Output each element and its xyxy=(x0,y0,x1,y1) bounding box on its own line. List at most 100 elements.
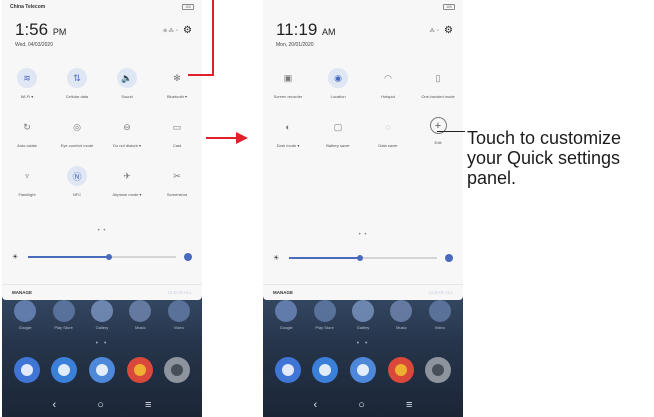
bluetooth-icon: ✻ xyxy=(173,72,181,83)
quick-tile-battery-saver[interactable]: ▢ Battery saver xyxy=(313,117,363,149)
recents-icon[interactable]: ≡ xyxy=(406,399,412,411)
home-icon[interactable]: ○ xyxy=(97,399,104,411)
panel-footer: MANAGE CLEAR ALL xyxy=(2,284,202,300)
header-icons: ⊕ ⁂ ◔ ⚙ xyxy=(163,26,192,36)
app-gallery[interactable]: Gallery xyxy=(346,300,380,330)
home-icon[interactable]: ○ xyxy=(358,399,365,411)
navigation-bar: ‹ ○ ≡ xyxy=(2,392,202,417)
annotation-pointer xyxy=(437,131,465,132)
quick-tile-flashlight[interactable]: ♆ Flashlight xyxy=(2,166,52,197)
date-label: Wed, 04/03/2020 xyxy=(15,42,53,48)
quick-tile-airplane[interactable]: ✈ Airplane mode ▾ xyxy=(102,166,152,198)
quick-tile-nfc[interactable]: Ⓝ NFC xyxy=(52,166,102,197)
quick-tile-hotspot[interactable]: ◠ Hotspot xyxy=(363,68,413,100)
phone-app-icon[interactable] xyxy=(274,357,301,383)
brightness-track[interactable] xyxy=(289,255,437,261)
location-icon: ◉ xyxy=(328,68,348,88)
home-page-indicator: • • xyxy=(356,340,370,347)
brightness-thumb[interactable] xyxy=(106,254,113,260)
quick-tile-dnd[interactable]: ⊖ Do not disturb ▾ xyxy=(102,117,152,149)
one-hand-icon: ▯ xyxy=(435,72,441,83)
signal-icons: ⊕ ⁂ ◔ xyxy=(163,28,179,34)
battery-saver-icon: ▢ xyxy=(333,121,343,132)
contacts-app-icon[interactable] xyxy=(51,357,78,383)
quick-tile-dark-mode[interactable]: ◐ Dark mode ▾ xyxy=(263,117,313,148)
gear-icon[interactable]: ⚙ xyxy=(444,26,453,36)
quick-tile-label: Wi-Fi ▾ xyxy=(20,94,34,99)
quick-tile-screen-record[interactable]: ▣ Screen recorder xyxy=(263,68,313,100)
quick-tile-data[interactable]: ⇅ Cellular data xyxy=(52,68,102,99)
quick-tile-location[interactable]: ◉ Location xyxy=(313,68,363,99)
home-app-row: Google Play Store Gallery Music Video xyxy=(2,300,202,330)
messages-app-icon[interactable] xyxy=(88,357,115,383)
brightness-slider[interactable]: ☀ xyxy=(12,252,192,262)
app-video[interactable]: Video xyxy=(162,300,196,330)
back-icon[interactable]: ‹ xyxy=(53,399,57,411)
brightness-icon: ☀ xyxy=(273,255,280,262)
quick-tile-label: Hotspot xyxy=(381,94,395,99)
quick-tile-cast[interactable]: ▭ Cast xyxy=(152,117,202,149)
quick-tile-label: Airplane mode ▾ xyxy=(112,192,142,197)
transition-arrow xyxy=(206,132,248,144)
quick-tile-wifi[interactable]: ≋ Wi-Fi ▾ xyxy=(2,68,52,99)
quick-tile-rotate[interactable]: ↻ Auto-rotate xyxy=(2,117,52,149)
quick-tile-one-hand[interactable]: ▯ One-handed mode xyxy=(413,68,463,100)
quick-tile-label: Eye comfort mode xyxy=(60,143,94,148)
hotspot-icon: ◠ xyxy=(384,72,392,83)
quick-tile-edit[interactable]: + Edit xyxy=(413,117,463,148)
quick-tile-data-saver[interactable]: ◌ Data saver xyxy=(363,117,413,148)
flashlight-icon: ♆ xyxy=(23,171,31,181)
contacts-app-icon[interactable] xyxy=(312,357,339,383)
app-google[interactable]: Google xyxy=(8,300,42,330)
brightness-thumb[interactable] xyxy=(357,255,364,261)
clear-all-button[interactable]: CLEAR ALL xyxy=(429,290,453,295)
nfc-icon: Ⓝ xyxy=(67,166,87,186)
quick-tile-eye[interactable]: ◎ Eye comfort mode xyxy=(52,117,102,149)
data-saver-icon: ◌ xyxy=(385,122,391,132)
quick-tile-label: Sound xyxy=(121,94,133,99)
quick-tiles-grid: ▣ Screen recorder ◉ Location ◠ Hotspot ▯ One-ha… xyxy=(263,68,463,148)
camera-app-icon[interactable] xyxy=(164,357,191,383)
back-icon[interactable]: ‹ xyxy=(314,399,318,411)
camera-app-icon[interactable] xyxy=(425,357,452,383)
clear-all-button[interactable]: CLEAR ALL xyxy=(168,290,192,295)
app-google[interactable]: Google xyxy=(269,300,303,330)
app-gallery[interactable]: Gallery xyxy=(85,300,119,330)
phone-app-icon[interactable] xyxy=(13,357,40,383)
app-play-store[interactable]: Play Store xyxy=(308,300,342,330)
recents-icon[interactable]: ≡ xyxy=(145,399,151,411)
manage-button[interactable]: MANAGE xyxy=(273,290,293,295)
quick-tile-screenshot[interactable]: ✂ Screenshot xyxy=(152,166,202,198)
chrome-app-icon[interactable] xyxy=(126,357,153,383)
status-bar: China Telecom 100 xyxy=(2,0,202,14)
data-icon: ⇅ xyxy=(67,68,87,88)
app-music[interactable]: Music xyxy=(384,300,418,330)
quick-tile-label: NFC xyxy=(72,192,82,197)
wifi-icon: ≋ xyxy=(17,68,37,88)
quick-tile-label: Battery saver xyxy=(326,143,350,148)
app-video[interactable]: Video xyxy=(423,300,457,330)
callout-line-horizontal xyxy=(188,74,214,76)
sound-icon: 🔈 xyxy=(117,68,137,88)
gear-icon[interactable]: ⚙ xyxy=(183,26,192,36)
dock xyxy=(263,357,463,383)
messages-app-icon[interactable] xyxy=(349,357,376,383)
clock: 1:56 PM xyxy=(15,20,67,39)
app-play-store[interactable]: Play Store xyxy=(47,300,81,330)
auto-brightness-icon[interactable] xyxy=(184,253,192,261)
manage-button[interactable]: MANAGE xyxy=(12,290,32,295)
chrome-app-icon[interactable] xyxy=(387,357,414,383)
brightness-slider[interactable]: ☀ xyxy=(273,253,453,263)
quick-tile-label: Data saver xyxy=(378,143,398,148)
carrier-label: China Telecom xyxy=(10,4,46,10)
quick-tile-label: Screenshot xyxy=(166,192,188,197)
quick-tile-bluetooth[interactable]: ✻ Bluetooth ▾ xyxy=(152,68,202,100)
quick-tile-sound[interactable]: 🔈 Sound xyxy=(102,68,152,99)
dock xyxy=(2,357,202,383)
cast-icon: ▭ xyxy=(172,121,182,132)
auto-brightness-icon[interactable] xyxy=(445,254,453,262)
quick-tile-label: Bluetooth ▾ xyxy=(166,94,188,99)
quick-tile-label: Edit xyxy=(434,140,442,145)
app-music[interactable]: Music xyxy=(123,300,157,330)
brightness-track[interactable] xyxy=(28,254,176,260)
